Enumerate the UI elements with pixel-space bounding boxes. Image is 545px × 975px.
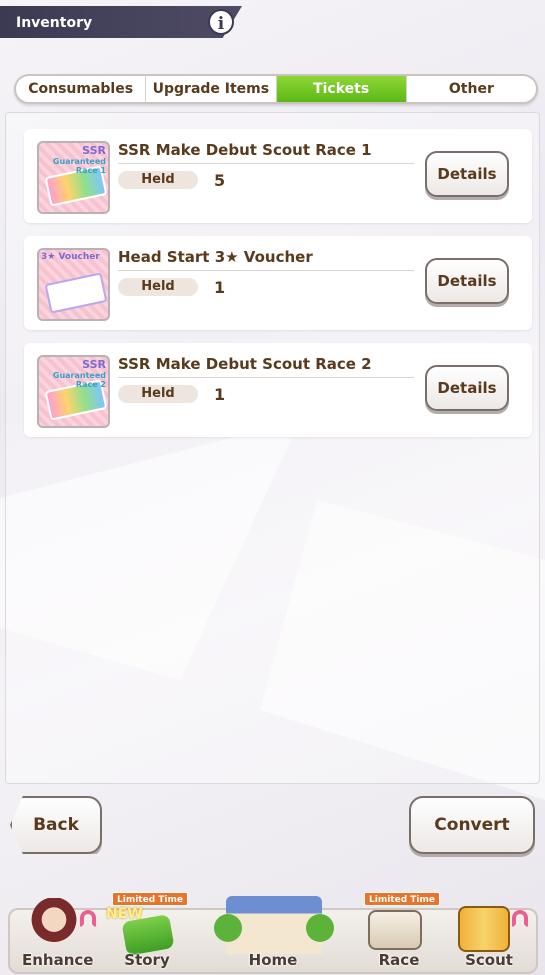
divider xyxy=(118,377,414,378)
details-button[interactable]: Details xyxy=(425,365,509,411)
list-item: SSR Guaranteed Race 2 SSR Make Debut Sco… xyxy=(24,343,532,437)
item-list[interactable]: SSR Guaranteed Race 1 SSR Make Debut Sco… xyxy=(5,112,540,784)
tab-upgrade-items[interactable]: Upgrade Items xyxy=(146,76,277,102)
divider xyxy=(118,270,414,271)
ticket-thumbnail: SSR Guaranteed Race 1 xyxy=(37,141,110,214)
held-badge: Held xyxy=(118,171,198,189)
item-name: Head Start 3★ Voucher xyxy=(118,248,313,266)
ticket-thumbnail: 3★ Voucher xyxy=(37,248,110,321)
limited-time-badge: Limited Time xyxy=(112,892,188,906)
nav-enhance[interactable]: Enhance xyxy=(22,951,93,969)
thumb-sub-label: Guaranteed Race 2 xyxy=(52,371,106,389)
tab-consumables[interactable]: Consumables xyxy=(16,76,147,102)
held-count: 1 xyxy=(214,385,226,404)
race-gate-icon xyxy=(368,910,422,950)
divider xyxy=(118,163,414,164)
bottom-nav: Enhance Limited Time NEW Story Home Limi… xyxy=(0,888,545,975)
info-icon[interactable]: i xyxy=(208,9,234,35)
horseshoe-icon xyxy=(80,910,96,928)
thumb-top-label: 3★ Voucher xyxy=(41,252,100,262)
thumb-top-label: SSR xyxy=(82,358,106,371)
scout-door-icon xyxy=(458,906,510,952)
tree-icon xyxy=(306,914,334,942)
back-button[interactable]: Back xyxy=(10,796,102,854)
ticket-icon xyxy=(44,272,108,314)
category-tabs: Consumables Upgrade Items Tickets Other xyxy=(14,74,538,104)
nav-scout[interactable]: Scout xyxy=(454,951,524,969)
item-name: SSR Make Debut Scout Race 1 xyxy=(118,141,372,159)
convert-button[interactable]: Convert xyxy=(409,796,535,854)
ticket-thumbnail: SSR Guaranteed Race 2 xyxy=(37,355,110,428)
item-name: SSR Make Debut Scout Race 2 xyxy=(118,355,372,373)
held-count: 1 xyxy=(214,278,226,297)
list-item: 3★ Voucher Head Start 3★ Voucher Held 1 … xyxy=(24,236,532,330)
nav-race[interactable]: Race xyxy=(364,951,434,969)
thumb-top-label: SSR xyxy=(82,144,106,157)
list-item: SSR Guaranteed Race 1 SSR Make Debut Sco… xyxy=(24,129,532,223)
nav-story[interactable]: Story xyxy=(112,951,182,969)
tab-other[interactable]: Other xyxy=(407,76,536,102)
tab-tickets[interactable]: Tickets xyxy=(276,76,407,102)
limited-time-badge: Limited Time xyxy=(364,892,440,906)
nav-home[interactable]: Home xyxy=(238,951,308,969)
page-title: Inventory xyxy=(16,15,93,31)
held-count: 5 xyxy=(214,171,226,190)
tree-icon xyxy=(214,914,242,942)
held-badge: Held xyxy=(118,385,198,403)
held-badge: Held xyxy=(118,278,198,296)
horseshoe-icon xyxy=(512,910,528,928)
details-button[interactable]: Details xyxy=(425,258,509,304)
thumb-sub-label: Guaranteed Race 1 xyxy=(52,157,106,175)
details-button[interactable]: Details xyxy=(425,151,509,197)
enhance-character-icon xyxy=(30,898,78,952)
